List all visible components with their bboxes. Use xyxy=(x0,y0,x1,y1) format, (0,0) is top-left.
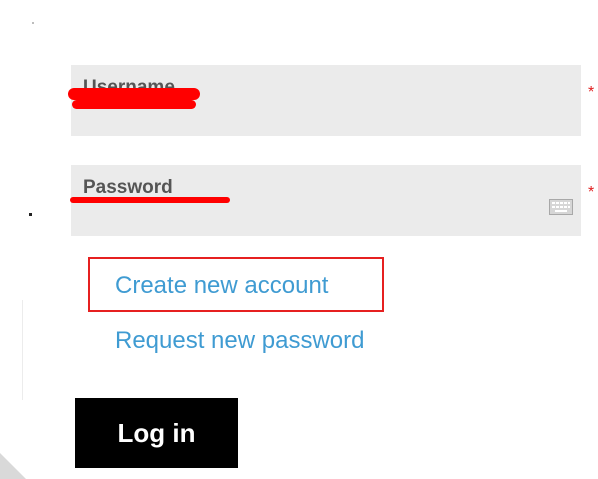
username-required-marker: * xyxy=(588,84,595,101)
edge-dot xyxy=(32,22,34,24)
password-redaction-scribble xyxy=(70,197,230,203)
username-redaction-scribble xyxy=(68,88,200,100)
password-required-marker: * xyxy=(588,184,595,201)
keyboard-icon[interactable] xyxy=(549,199,573,215)
request-password-link[interactable]: Request new password xyxy=(115,326,364,356)
edge-divider xyxy=(22,300,23,400)
corner-shadow xyxy=(0,453,26,479)
edge-dot xyxy=(29,213,32,216)
login-page: Username * Password * Create new account… xyxy=(0,0,598,479)
create-account-link[interactable]: Create new account xyxy=(115,271,328,301)
username-redaction-scribble xyxy=(72,100,196,109)
login-button[interactable]: Log in xyxy=(75,398,238,468)
